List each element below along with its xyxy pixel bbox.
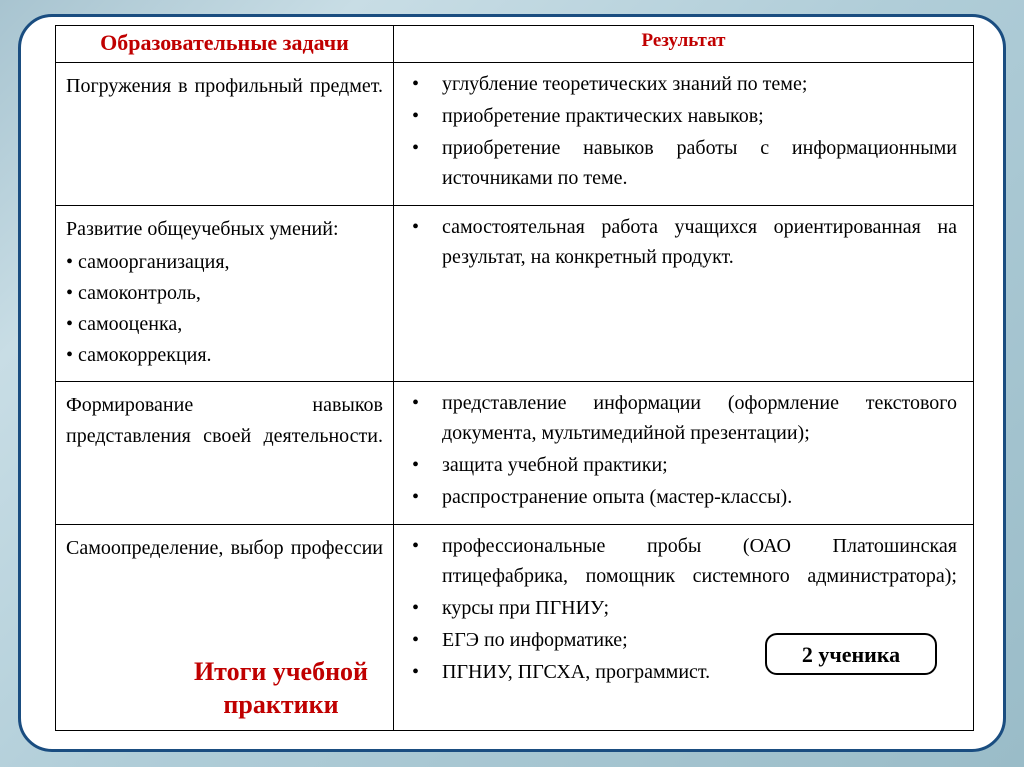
result-item: приобретение навыков работы с информацио… (402, 133, 957, 193)
result-item: самостоятельная работа учащихся ориентир… (402, 212, 957, 272)
table-row: Погружения в профильный предмет. углубле… (56, 63, 974, 206)
result-item: курсы при ПГНИУ; (402, 593, 957, 623)
task-sublist: самоорганизация, самоконтроль, самооценк… (66, 247, 383, 371)
table-row: Развитие общеучебных умений: самоорганиз… (56, 206, 974, 382)
result-cell: представление информации (оформление тек… (394, 382, 974, 525)
task-text: Формирование навыков представления своей… (66, 390, 383, 452)
task-intro: Развитие общеучебных умений: (66, 214, 383, 245)
table-row: Формирование навыков представления своей… (56, 382, 974, 525)
task-cell: Погружения в профильный предмет. (56, 63, 394, 206)
student-count-badge: 2 ученика (765, 633, 937, 675)
result-item: распространение опыта (мастер-классы). (402, 482, 957, 512)
header-tasks: Образовательные задачи (56, 26, 394, 63)
table-header-row: Образовательные задачи Результат (56, 26, 974, 63)
sublist-item: самокоррекция. (66, 340, 383, 371)
result-item: приобретение практических навыков; (402, 101, 957, 131)
result-item: защита учебной практики; (402, 450, 957, 480)
task-cell: Формирование навыков представления своей… (56, 382, 394, 525)
result-cell: самостоятельная работа учащихся ориентир… (394, 206, 974, 382)
sublist-item: самоорганизация, (66, 247, 383, 278)
task-text: Погружения в профильный предмет. (66, 71, 383, 102)
result-item: углубление теоретических знаний по теме; (402, 69, 957, 99)
slide-frame: Образовательные задачи Результат Погруже… (18, 14, 1006, 752)
sublist-item: самоконтроль, (66, 278, 383, 309)
header-result: Результат (394, 26, 974, 63)
sublist-item: самооценка, (66, 309, 383, 340)
result-cell: углубление теоретических знаний по теме;… (394, 63, 974, 206)
task-cell: Развитие общеучебных умений: самоорганиз… (56, 206, 394, 382)
task-text: Самоопределение, выбор профессии (66, 533, 383, 564)
result-cell: профессиональные пробы (ОАО Платошинская… (394, 525, 974, 731)
tasks-table: Образовательные задачи Результат Погруже… (55, 25, 974, 731)
result-item: представление информации (оформление тек… (402, 388, 957, 448)
footer-title: Итоги учебной практики (151, 656, 411, 721)
result-item: профессиональные пробы (ОАО Платошинская… (402, 531, 957, 591)
